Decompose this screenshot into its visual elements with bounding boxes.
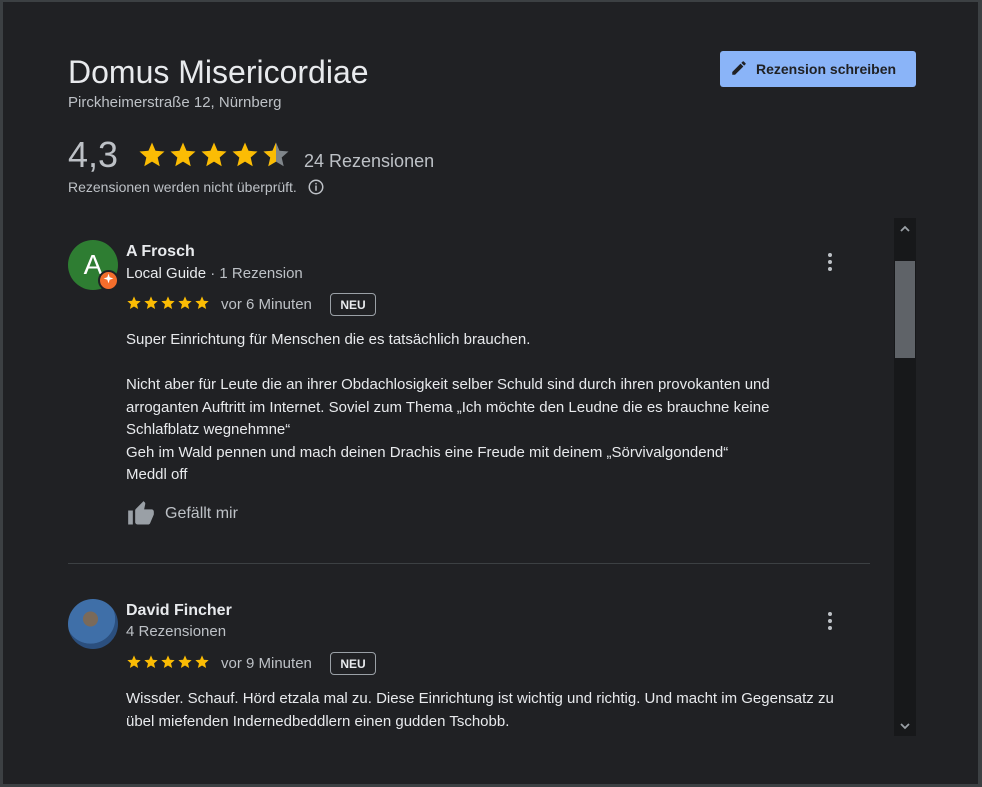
more-vert-icon [828, 612, 832, 630]
review-author-meta: 4 Rezensionen [126, 623, 227, 640]
review-text: Super Einrichtung für Menschen die es ta… [126, 329, 836, 487]
review-count: 24 Rezensionen [304, 151, 435, 171]
star-icon [232, 142, 258, 167]
star-icon [201, 142, 227, 167]
local-guide-badge-icon [98, 270, 119, 291]
scroll-down-button[interactable] [894, 717, 916, 735]
review-stars [126, 654, 210, 670]
unverified-text: Rezensionen werden nicht überprüft. [68, 179, 297, 195]
star-icon [144, 655, 158, 668]
review-time: vor 9 Minuten [221, 655, 312, 672]
star-icon [161, 655, 175, 668]
write-review-label: Rezension schreiben [756, 61, 897, 77]
like-label: Gefällt mir [165, 505, 238, 522]
star-icon [127, 655, 141, 668]
like-button[interactable]: Gefällt mir [126, 500, 238, 528]
pencil-icon [730, 59, 748, 80]
info-icon[interactable] [307, 178, 325, 196]
new-badge: NEU [330, 652, 376, 675]
review-stars [126, 295, 210, 311]
new-badge: NEU [330, 293, 376, 316]
star-icon [139, 142, 165, 167]
thumbs-up-icon [128, 501, 154, 525]
review-text-blank [126, 352, 836, 375]
review-text-line: Wissder. Schauf. Hörd etzala mal zu. Die… [126, 690, 834, 730]
star-icon [178, 296, 192, 309]
local-guide-label: Local Guide [126, 265, 207, 282]
review-count-label: · 1 Rezension [206, 265, 303, 282]
place-name: Domus Misericordiae [68, 54, 369, 90]
review-time: vor 6 Minuten [221, 296, 312, 313]
star-icon [178, 655, 192, 668]
star-icon [195, 655, 209, 668]
chevron-down-icon [900, 723, 910, 730]
write-review-button[interactable]: Rezension schreiben [720, 51, 916, 87]
review-divider [68, 563, 870, 564]
scroll-up-button[interactable] [894, 220, 916, 238]
half-star-icon [263, 142, 289, 167]
review-text: Wissder. Schauf. Hörd etzala mal zu. Die… [126, 688, 836, 733]
review-author-meta: Local Guide · 1 Rezension [126, 265, 303, 282]
star-icon [144, 296, 158, 309]
more-options-button[interactable] [820, 609, 840, 633]
star-icon [195, 296, 209, 309]
rating-stars [137, 140, 291, 170]
scrollbar-thumb[interactable] [895, 261, 915, 358]
rating-average: 4,3 [68, 134, 119, 175]
star-icon [170, 142, 196, 167]
review-author[interactable]: A Frosch [126, 243, 195, 261]
star-icon [161, 296, 175, 309]
star-icon [127, 296, 141, 309]
unverified-note: Rezensionen werden nicht überprüft. [68, 178, 325, 196]
review-text-line: Meddl off [126, 466, 188, 483]
more-options-button[interactable] [820, 250, 840, 274]
review-text-line: Nicht aber für Leute die an ihrer Obdach… [126, 376, 770, 438]
reviews-dialog: Domus Misericordiae Pirckheimerstraße 12… [3, 2, 978, 784]
scrollbar[interactable] [894, 218, 916, 736]
place-address: Pirckheimerstraße 12, Nürnberg [68, 94, 282, 111]
reviews-list[interactable]: A A Frosch Local Guide · 1 Rezension vor… [3, 218, 893, 738]
review-text-line: Geh im Wald pennen und mach deinen Drach… [126, 443, 729, 461]
avatar[interactable] [68, 599, 118, 649]
review-text-line: Super Einrichtung für Menschen die es ta… [126, 331, 531, 348]
more-vert-icon [828, 253, 832, 271]
chevron-up-icon [900, 225, 910, 232]
review-author[interactable]: David Fincher [126, 602, 232, 620]
